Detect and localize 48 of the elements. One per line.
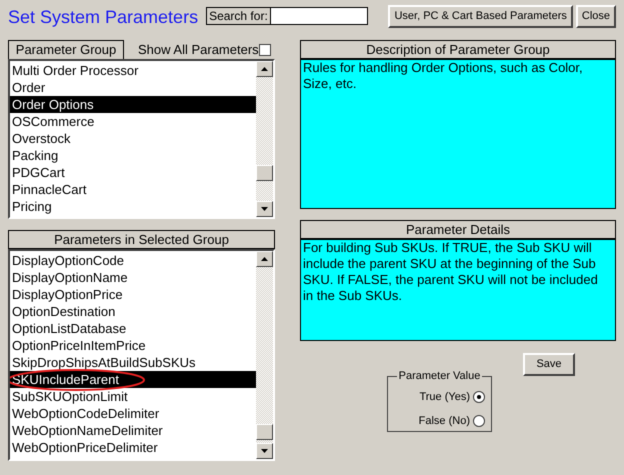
scroll-up-icon[interactable] [256,61,273,77]
list-item[interactable]: OSCommerce [10,113,256,130]
list-item[interactable]: OptionListDatabase [10,320,256,337]
list-item[interactable]: WebOptionCodeDelimiter [10,405,256,422]
radio-button[interactable] [473,415,485,428]
details-text: For building Sub SKUs. If TRUE, the Sub SKU will include the parent SKU at the beginning of the Sub SKU. If FALSE, the parent SKU will not be included in the Sub SKUs. [300,239,616,341]
list-item[interactable]: Packing [10,147,256,164]
list-item[interactable]: Overstock [10,130,256,147]
panel-header: Parameter Group [8,40,124,59]
description-text: Rules for handling Order Options, such as Color, Size, etc. [300,59,616,209]
list-item[interactable]: SkipDropShipsAtBuildSubSKUs [10,354,256,371]
scrollbar[interactable] [256,251,273,459]
show-all-checkbox[interactable] [258,44,271,56]
search-label: Search for: [207,8,271,24]
list-item[interactable]: DisplayOptionName [10,269,256,286]
panel-header: Parameters in Selected Group [8,230,275,249]
list-item[interactable]: PinnacleCart [10,181,256,198]
list-item[interactable]: DisplayOptionCode [10,252,256,269]
list-item[interactable]: WebOptionPriceDelimiter [10,439,256,456]
close-button[interactable]: Close [576,5,616,28]
list-item[interactable]: OptionPriceInItemPrice [10,337,256,354]
scrollbar[interactable] [256,61,273,217]
scroll-thumb[interactable] [256,165,273,181]
panel-header: Parameter Details [300,220,616,239]
list-item[interactable]: Order Options [10,96,256,113]
panel-header: Description of Parameter Group [300,40,616,59]
scroll-thumb[interactable] [256,424,273,440]
list-item[interactable]: SKUIncludeParent [10,371,256,388]
show-all-label: Show All Parameters [138,40,259,59]
save-button[interactable]: Save [523,353,575,376]
parameters-button[interactable]: User, PC & Cart Based Parameters [388,5,573,28]
scroll-down-icon[interactable] [256,443,273,459]
list-item[interactable]: Order [10,79,256,96]
radio-label: False (No) [418,414,470,429]
list-item[interactable]: PDGCart [10,164,256,181]
radio-label: True (Yes) [419,390,470,404]
list-item[interactable]: Pricing [10,198,256,215]
scroll-down-icon[interactable] [256,201,273,217]
search-field[interactable]: Search for: [206,7,368,25]
list-item[interactable]: DisplayOptionPrice [10,286,256,303]
list-item[interactable]: Multi Order Processor [10,62,256,79]
scroll-up-icon[interactable] [256,251,273,267]
window-title: Set System Parameters [8,6,198,28]
radio-button[interactable] [473,390,485,403]
list-item[interactable]: OptionDestination [10,303,256,320]
list-item[interactable]: SubSKUOptionLimit [10,388,256,405]
group-legend: Parameter Value [396,368,482,384]
list-item[interactable]: WebOptionNameDelimiter [10,422,256,439]
